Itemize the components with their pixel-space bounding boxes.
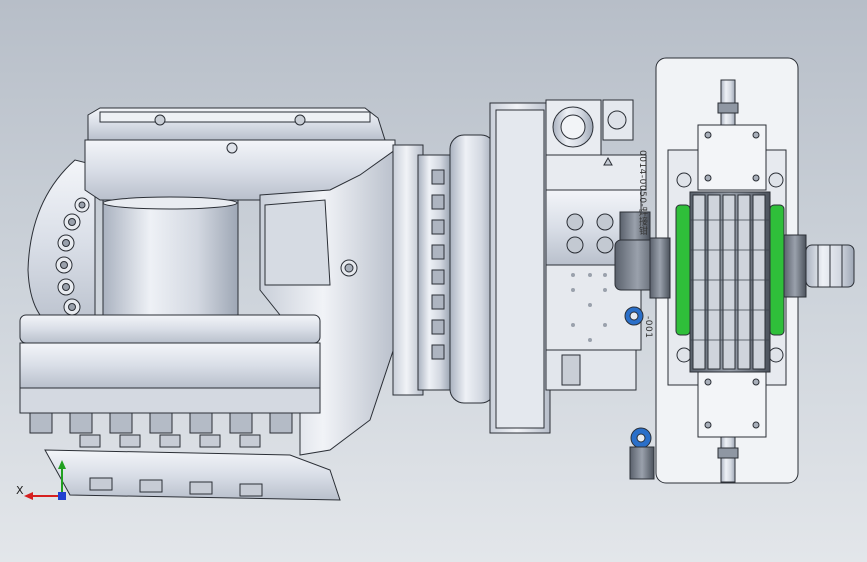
part-number-suffix: -001 (643, 316, 653, 339)
base-bolts (29, 412, 293, 434)
rotary-flange (392, 134, 496, 404)
model-drawing[interactable] (0, 0, 867, 562)
wrist-housing (19, 107, 401, 501)
axis-triad (24, 460, 66, 500)
x-axis-label: X (16, 484, 24, 497)
part-number-label: 0014-0050-焊接钳 (637, 150, 647, 236)
cad-viewport[interactable]: 0014-0050-焊接钳 -001 X Y Z (0, 0, 867, 562)
